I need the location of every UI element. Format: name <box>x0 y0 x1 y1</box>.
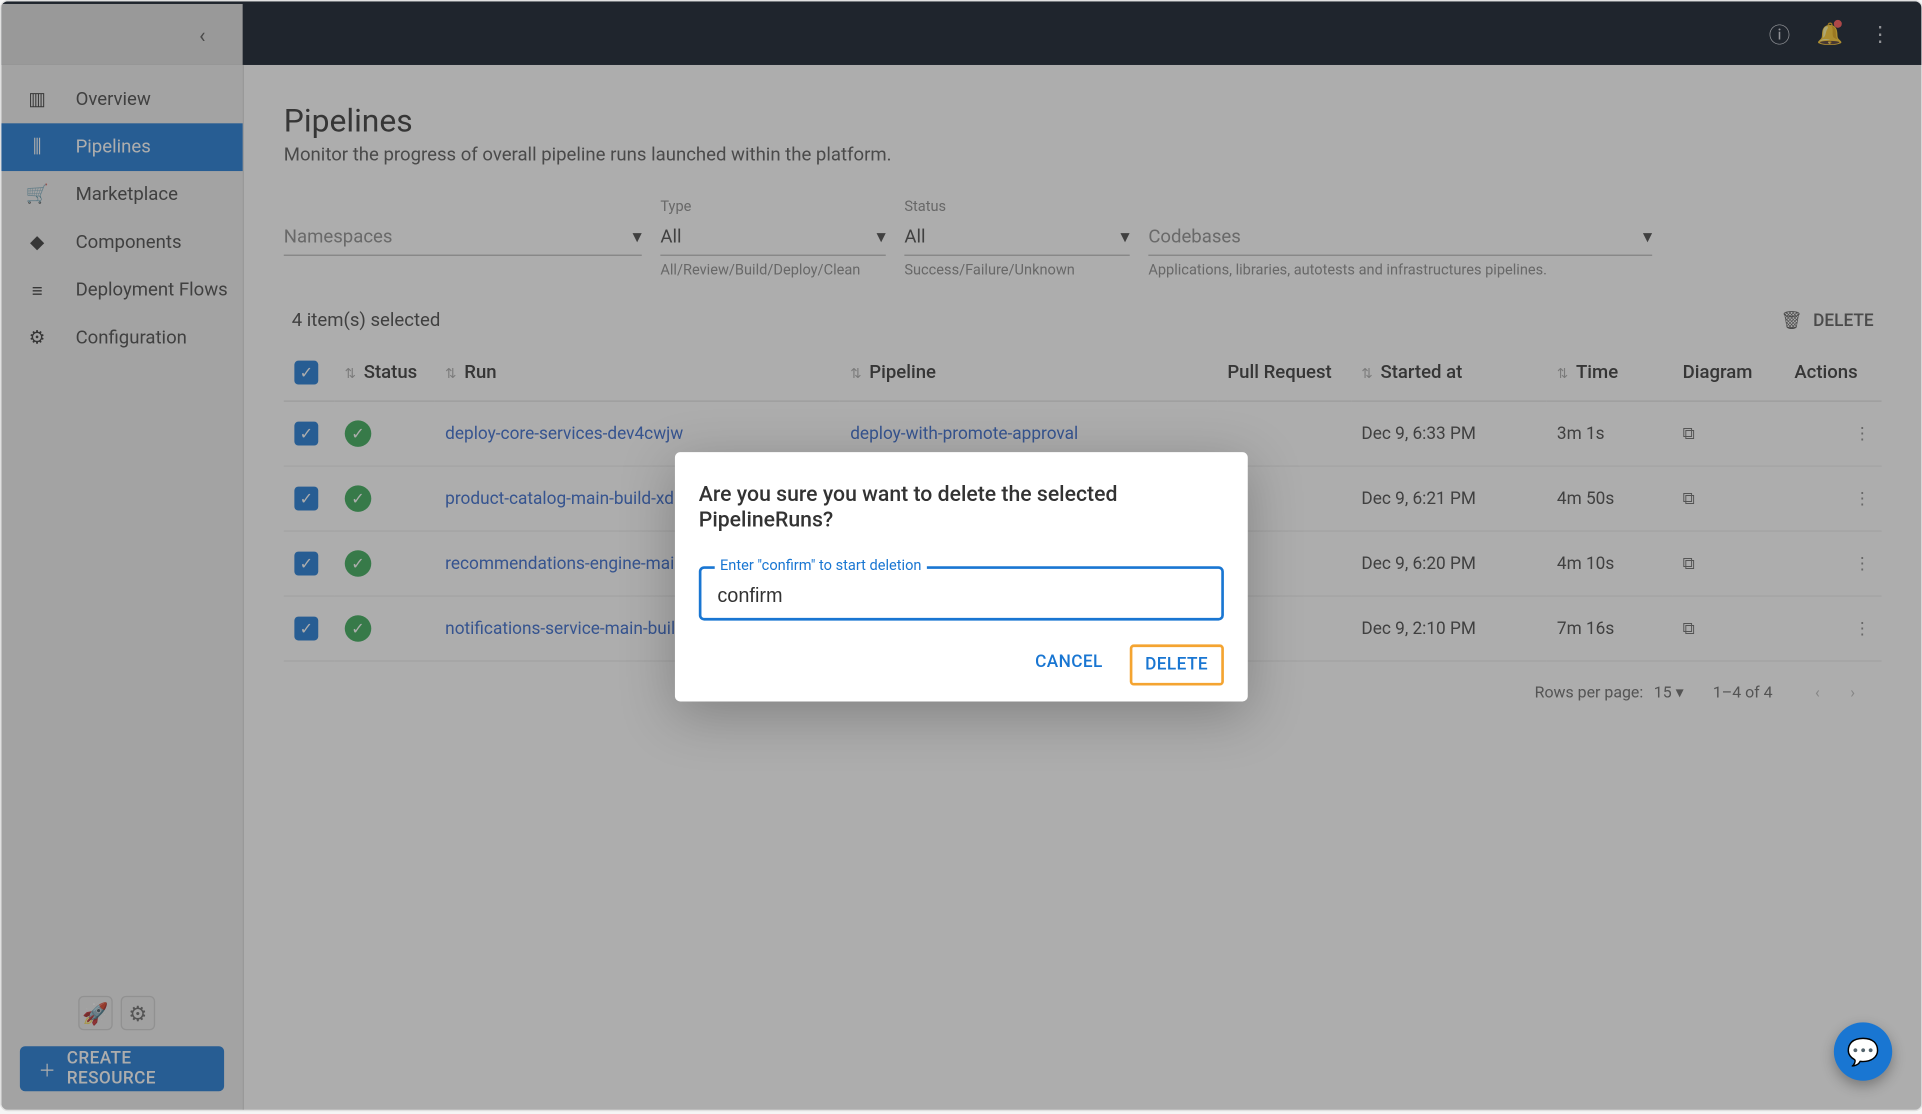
cancel-button[interactable]: CANCEL <box>1022 644 1116 685</box>
confirm-field: Enter "confirm" to start deletion <box>699 566 1224 620</box>
modal-title: Are you sure you want to delete the sele… <box>699 481 1224 531</box>
delete-button[interactable]: DELETE <box>1129 644 1224 685</box>
confirm-input[interactable] <box>717 585 1205 608</box>
confirm-field-label: Enter "confirm" to start deletion <box>715 557 927 574</box>
modal-overlay: Are you sure you want to delete the sele… <box>1 1 1921 1110</box>
confirm-delete-modal: Are you sure you want to delete the sele… <box>675 452 1248 701</box>
chat-icon: 💬 <box>1847 1036 1880 1068</box>
chat-fab[interactable]: 💬 <box>1834 1022 1892 1080</box>
